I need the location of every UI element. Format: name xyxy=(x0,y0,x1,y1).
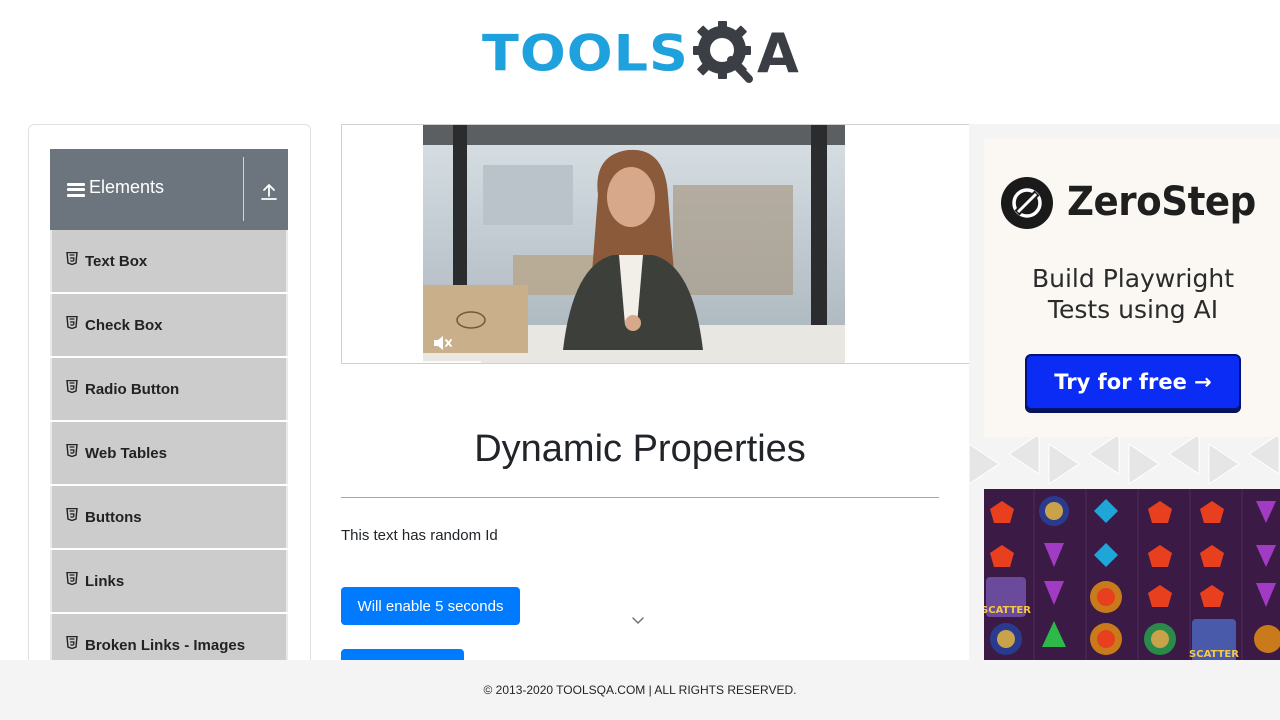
hamburger-icon xyxy=(67,182,85,197)
try-for-free-button[interactable]: Try for free → xyxy=(1025,354,1241,410)
elements-group-header[interactable]: Elements xyxy=(50,149,288,230)
logo-wordmark: TOOLS xyxy=(482,24,689,83)
scatter-symbol-label: SCATTER xyxy=(1189,649,1239,660)
group-title: Elements xyxy=(89,177,165,197)
menu-item-label: Text Box xyxy=(85,252,148,270)
zerostep-brand: ZeroStep xyxy=(1067,179,1256,225)
menu-item-label: Web Tables xyxy=(85,444,167,462)
video-ad[interactable] xyxy=(423,125,845,363)
video-frame-image xyxy=(423,125,845,363)
menu-item-buttons[interactable]: Buttons xyxy=(50,486,288,548)
left-navigation-panel: Elements Text Box Check Box Radio Button xyxy=(28,124,311,684)
gear-magnifier-icon xyxy=(692,21,753,83)
menu-item-links[interactable]: Links xyxy=(50,550,288,612)
right-ad-column: ZeroStep Build Playwright Tests using AI… xyxy=(969,124,1280,664)
chevron-down-icon[interactable] xyxy=(631,616,645,626)
menu-item-label: Buttons xyxy=(85,508,142,526)
zerostep-tagline: Build Playwright Tests using AI xyxy=(994,263,1272,325)
tagline-line-2: Tests using AI xyxy=(1047,295,1219,324)
logo-letter-a: A xyxy=(756,22,799,85)
zerostep-logo-icon xyxy=(1001,177,1053,229)
slots-game-image: SCATTER SCATTER xyxy=(984,489,1280,664)
tagline-line-1: Build Playwright xyxy=(1031,264,1235,293)
menu-item-text-box[interactable]: Text Box xyxy=(50,230,288,292)
menu-item-label: Links xyxy=(85,572,125,590)
menu-item-label: Check Box xyxy=(85,316,163,334)
upload-arrow-icon[interactable] xyxy=(258,181,280,203)
footer-copyright: © 2013-2020 TOOLSQA.COM | ALL RIGHTS RES… xyxy=(483,683,797,697)
title-divider xyxy=(341,497,939,498)
menu-item-web-tables[interactable]: Web Tables xyxy=(50,422,288,484)
html5-icon xyxy=(66,443,78,457)
html5-icon xyxy=(66,507,78,521)
page-title: Dynamic Properties xyxy=(474,428,806,470)
page: TOOLS A Elements Text Box Check Box Radi… xyxy=(0,0,1280,720)
html5-icon xyxy=(66,251,78,265)
video-ad-frame xyxy=(341,124,969,364)
scatter-symbol-label: SCATTER xyxy=(984,605,1031,616)
html5-icon xyxy=(66,635,78,649)
footer: © 2013-2020 TOOLSQA.COM | ALL RIGHTS RES… xyxy=(0,660,1280,720)
html5-icon xyxy=(66,571,78,585)
menu-item-label: Broken Links - Images xyxy=(85,636,246,654)
zerostep-ad[interactable]: ZeroStep Build Playwright Tests using AI… xyxy=(984,139,1280,437)
random-id-text: This text has random Id xyxy=(341,527,498,544)
enable-after-button[interactable]: Will enable 5 seconds xyxy=(341,587,520,625)
toolsqa-logo[interactable]: TOOLS A xyxy=(482,14,806,94)
menu-item-radio-button[interactable]: Radio Button xyxy=(50,358,288,420)
menu-item-label: Radio Button xyxy=(85,380,180,398)
elements-menu-list: Text Box Check Box Radio Button Web Tabl… xyxy=(50,230,288,678)
muted-speaker-icon[interactable] xyxy=(431,332,453,354)
menu-item-check-box[interactable]: Check Box xyxy=(50,294,288,356)
header-divider xyxy=(243,157,244,221)
html5-icon xyxy=(66,379,78,393)
slots-game-ad[interactable]: SCATTER SCATTER xyxy=(984,489,1280,664)
html5-icon xyxy=(66,315,78,329)
